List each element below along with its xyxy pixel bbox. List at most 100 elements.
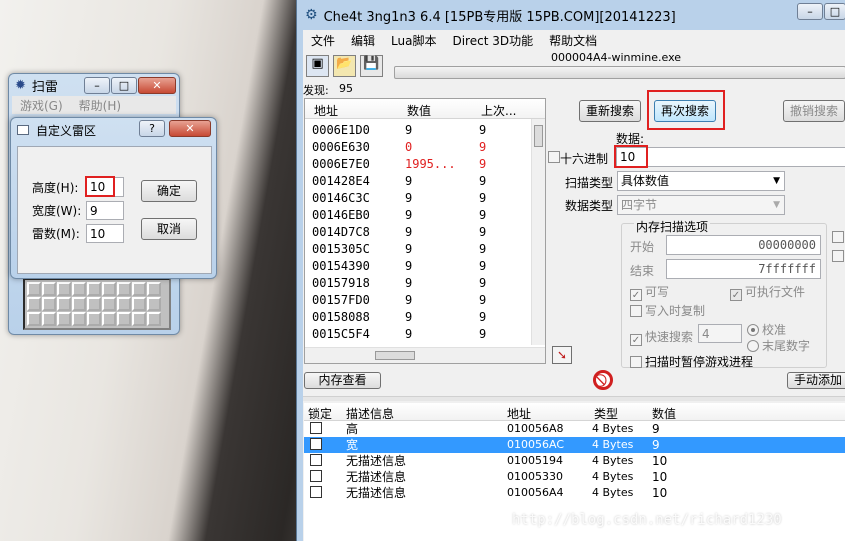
open-process-button[interactable]: ▣ bbox=[306, 55, 329, 77]
mine-cell[interactable] bbox=[27, 297, 41, 311]
mine-cell[interactable] bbox=[132, 282, 146, 296]
address-table-row[interactable]: 宽 010056AC 4 Bytes 9 bbox=[304, 437, 845, 453]
mines-input[interactable]: 10 bbox=[86, 224, 124, 243]
header-type[interactable]: 类型 bbox=[594, 405, 618, 422]
scan-result-row[interactable]: 00146C3C 9 9 bbox=[312, 190, 545, 207]
memory-view-button[interactable]: 内存查看 bbox=[304, 372, 381, 389]
close-button[interactable]: ✕ bbox=[138, 77, 176, 94]
cancel-button[interactable]: 取消 bbox=[141, 218, 197, 240]
scan-type-select[interactable]: 具体数值 ▼ bbox=[617, 171, 785, 191]
fast-scan-input[interactable]: 4 bbox=[698, 324, 742, 343]
address-table-row[interactable]: 无描述信息 010056A4 4 Bytes 10 bbox=[304, 485, 845, 501]
minesweeper-titlebar[interactable]: ✹ 扫雷 – □ ✕ bbox=[9, 74, 179, 96]
menu-d3d[interactable]: Direct 3D功能 bbox=[444, 32, 541, 49]
new-scan-button[interactable]: 重新搜索 bbox=[579, 100, 641, 122]
ce-maximize-button[interactable]: □ bbox=[824, 3, 845, 20]
save-button[interactable]: 💾 bbox=[360, 55, 383, 77]
mine-cell[interactable] bbox=[102, 312, 116, 326]
scan-result-row[interactable]: 00157FD0 9 9 bbox=[312, 292, 545, 309]
address-table-row[interactable]: 无描述信息 01005330 4 Bytes 10 bbox=[304, 469, 845, 485]
mine-cell[interactable] bbox=[42, 297, 56, 311]
header-address[interactable]: 地址 bbox=[314, 102, 338, 119]
mine-cell[interactable] bbox=[72, 297, 86, 311]
mine-cell[interactable] bbox=[87, 297, 101, 311]
mine-cell[interactable] bbox=[102, 282, 116, 296]
header-value[interactable]: 数值 bbox=[407, 102, 431, 119]
header-lock[interactable]: 锁定 bbox=[308, 405, 332, 422]
address-table-row[interactable]: 高 010056A8 4 Bytes 9 bbox=[304, 421, 845, 437]
h-scroll-thumb[interactable] bbox=[375, 351, 415, 360]
mine-cell[interactable] bbox=[117, 282, 131, 296]
mine-cell[interactable] bbox=[57, 312, 71, 326]
menu-file[interactable]: 文件 bbox=[303, 32, 343, 49]
menu-edit[interactable]: 编辑 bbox=[343, 32, 383, 49]
writable-checkbox[interactable]: 可写 bbox=[630, 283, 669, 301]
side-checkbox-2[interactable] bbox=[832, 249, 845, 263]
scan-result-row[interactable]: 00158088 9 9 bbox=[312, 309, 545, 326]
maximize-button[interactable]: □ bbox=[111, 77, 137, 94]
stop-input[interactable]: 7fffffff bbox=[666, 259, 821, 279]
width-input[interactable]: 9 bbox=[86, 201, 124, 220]
horizontal-scrollbar[interactable] bbox=[305, 347, 545, 363]
last-digits-radio[interactable]: 末尾数字 bbox=[747, 337, 810, 354]
value-type-select[interactable]: 四字节 ▼ bbox=[617, 195, 785, 215]
mine-cell[interactable] bbox=[87, 282, 101, 296]
menu-help[interactable]: 帮助(H) bbox=[71, 97, 129, 114]
scan-result-row[interactable]: 00146EB0 9 9 bbox=[312, 207, 545, 224]
mine-cell[interactable] bbox=[72, 312, 86, 326]
help-button[interactable]: ? bbox=[139, 120, 165, 137]
mine-cell[interactable] bbox=[117, 297, 131, 311]
menu-lua[interactable]: Lua脚本 bbox=[383, 32, 444, 49]
alignment-radio[interactable]: 校准 bbox=[747, 321, 786, 338]
scan-results-list[interactable]: 地址 数值 上次... 0006E1D0 9 9 0006E630 0 9 0006E7E0… bbox=[304, 98, 546, 364]
copy-on-write-checkbox[interactable]: 写入时复制 bbox=[630, 302, 705, 319]
mine-cell[interactable] bbox=[42, 312, 56, 326]
scan-result-row[interactable]: 00154390 9 9 bbox=[312, 258, 545, 275]
add-address-manually-button[interactable]: 手动添加 bbox=[787, 372, 845, 389]
ok-button[interactable]: 确定 bbox=[141, 180, 197, 202]
scan-result-row[interactable]: 0014D7C8 9 9 bbox=[312, 224, 545, 241]
mine-cell[interactable] bbox=[27, 312, 41, 326]
scan-result-row[interactable]: 001428E4 9 9 bbox=[312, 173, 545, 190]
scan-result-row[interactable]: 0006E7E0 1995... 9 bbox=[312, 156, 545, 173]
mine-cell[interactable] bbox=[147, 312, 161, 326]
splitter[interactable] bbox=[303, 396, 845, 401]
start-input[interactable]: 00000000 bbox=[666, 235, 821, 255]
mine-cell[interactable] bbox=[42, 282, 56, 296]
executable-checkbox[interactable]: 可执行文件 bbox=[730, 283, 805, 301]
pause-game-checkbox[interactable]: 扫描时暂停游戏进程 bbox=[630, 353, 753, 370]
side-checkbox-1[interactable] bbox=[832, 230, 845, 244]
fast-scan-checkbox[interactable]: 快速搜索 bbox=[630, 328, 693, 346]
ce-minimize-button[interactable]: – bbox=[797, 3, 823, 20]
mine-cell[interactable] bbox=[57, 282, 71, 296]
mine-cell[interactable] bbox=[102, 297, 116, 311]
add-to-list-arrow-button[interactable]: ➘ bbox=[552, 346, 572, 364]
header-previous[interactable]: 上次... bbox=[481, 102, 516, 119]
dialog-close-button[interactable]: ✕ bbox=[169, 120, 211, 137]
value-input[interactable]: 10 bbox=[616, 147, 845, 167]
mine-cell[interactable] bbox=[132, 297, 146, 311]
header-address[interactable]: 地址 bbox=[507, 405, 531, 422]
scan-result-row[interactable]: 0006E630 0 9 bbox=[312, 139, 545, 156]
vertical-scrollbar[interactable] bbox=[531, 119, 545, 345]
scan-result-row[interactable]: 00157918 9 9 bbox=[312, 275, 545, 292]
scan-result-row[interactable]: 0015C5F4 9 9 bbox=[312, 326, 545, 343]
scan-result-row[interactable]: 0006E1D0 9 9 bbox=[312, 122, 545, 139]
scroll-thumb[interactable] bbox=[534, 125, 543, 147]
minimize-button[interactable]: – bbox=[84, 77, 110, 94]
custom-dialog-titlebar[interactable]: 自定义雷区 ? ✕ bbox=[11, 118, 216, 142]
mine-cell[interactable] bbox=[132, 312, 146, 326]
mine-cell[interactable] bbox=[72, 282, 86, 296]
mine-cell[interactable] bbox=[147, 282, 161, 296]
ce-titlebar[interactable]: ⚙ Che4t 3ng1n3 6.4 [15PB专用版 15PB.COM][20… bbox=[297, 0, 845, 30]
scan-result-row[interactable]: 0015305C 9 9 bbox=[312, 241, 545, 258]
stop-icon[interactable]: ⃠ bbox=[593, 370, 613, 390]
mine-cell[interactable] bbox=[117, 312, 131, 326]
menu-game[interactable]: 游戏(G) bbox=[12, 97, 71, 114]
address-table-row[interactable]: 无描述信息 01005194 4 Bytes 10 bbox=[304, 453, 845, 469]
mine-cell[interactable] bbox=[57, 297, 71, 311]
menu-help[interactable]: 帮助文档 bbox=[541, 32, 605, 49]
mine-cell[interactable] bbox=[27, 282, 41, 296]
mine-cell[interactable] bbox=[87, 312, 101, 326]
mine-cell[interactable] bbox=[147, 297, 161, 311]
